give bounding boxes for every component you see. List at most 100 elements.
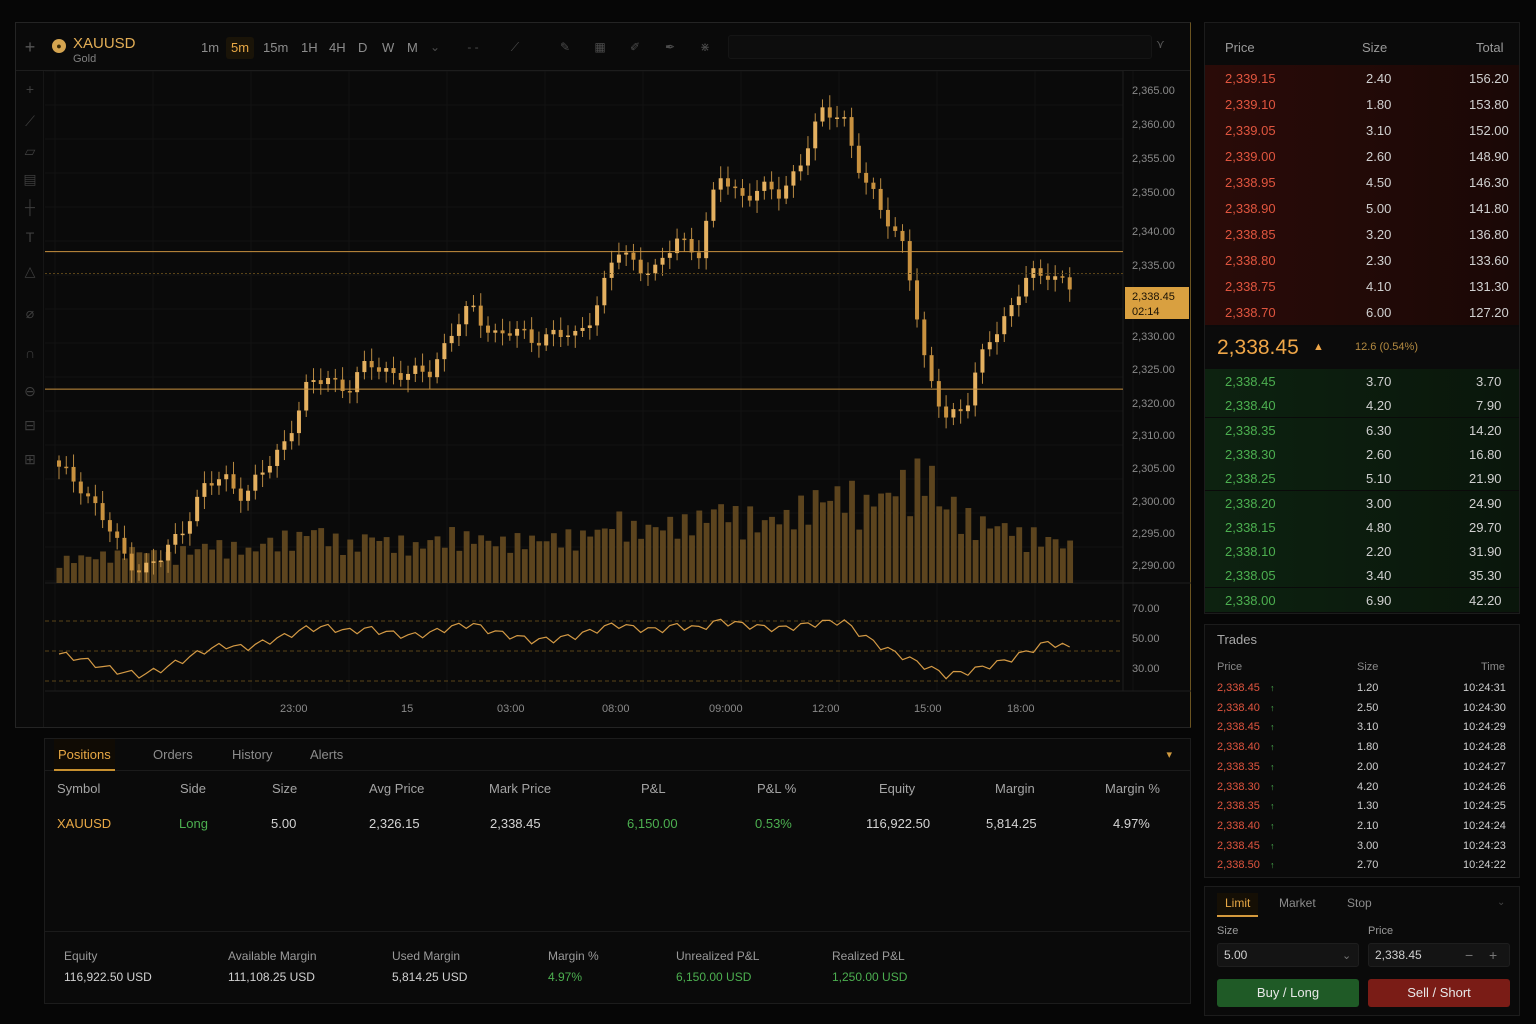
volume-bar <box>194 549 201 583</box>
price-chart[interactable]: 2,365.00 2,360.00 2,355.00 2,350.00 2,340.00… <box>45 71 1191 729</box>
bid-total: 3.70 <box>1476 374 1502 389</box>
chart-panel: + ● XAUUSD Gold 1m 5m 15m 1H 4H D W M ⌄ … <box>15 22 1191 728</box>
symbol-name[interactable]: XAUUSD <box>73 35 136 52</box>
lock-tool-icon[interactable]: ⊖ <box>20 381 40 401</box>
chevron-down-icon[interactable]: ⌄ <box>1342 945 1351 967</box>
bid-row[interactable]: 2,338.30 2.60 16.80 <box>1205 441 1519 466</box>
bid-row[interactable]: 2,338.05 3.40 35.30 <box>1205 563 1519 588</box>
magnet-tool-icon[interactable]: ∩ <box>20 343 40 363</box>
volume-bar <box>732 506 739 583</box>
candle <box>660 257 665 265</box>
size-value: 5.00 <box>1224 948 1248 962</box>
ask-row[interactable]: 2,339.15 2.40 156.20 <box>1205 65 1519 91</box>
ask-row[interactable]: 2,339.00 2.60 148.90 <box>1205 143 1519 169</box>
magnet-icon[interactable]: ⋇ <box>696 37 714 57</box>
volume-bar <box>85 556 92 583</box>
candle <box>551 329 556 335</box>
timeframe-m[interactable]: M <box>402 37 423 59</box>
position-avg-price: 2,326.15 <box>369 816 420 831</box>
shapes-tool-icon[interactable]: △ <box>20 261 40 281</box>
measure-tool-icon[interactable]: ┼ <box>20 197 40 217</box>
bid-row[interactable]: 2,338.35 6.30 14.20 <box>1205 417 1519 442</box>
timeframe-4h[interactable]: 4H <box>324 37 351 59</box>
ask-row[interactable]: 2,338.90 5.00 141.80 <box>1205 195 1519 221</box>
col-pnl: P&L <box>641 781 666 796</box>
volume-bar <box>863 494 870 583</box>
bid-row[interactable]: 2,338.00 6.90 42.20 <box>1205 587 1519 612</box>
tab-history[interactable]: History <box>228 739 276 771</box>
line-tool-icon[interactable]: ⟋ <box>20 111 40 131</box>
volume-bar <box>514 533 521 583</box>
tab-stop[interactable]: Stop <box>1339 893 1380 917</box>
price-value: 2,338.45 <box>1375 948 1422 962</box>
bid-row[interactable]: 2,338.40 4.20 7.90 <box>1205 393 1519 418</box>
position-pnl: 6,150.00 <box>627 816 678 831</box>
candle <box>260 472 265 475</box>
volume-bar <box>892 496 899 583</box>
ask-row[interactable]: 2,339.10 1.80 153.80 <box>1205 91 1519 117</box>
candle <box>406 373 411 380</box>
crosshair-icon[interactable]: + <box>20 37 40 57</box>
timeframe-1m[interactable]: 1m <box>196 37 224 59</box>
price-input[interactable]: 2,338.45 − + <box>1368 943 1510 967</box>
volume-bar <box>507 552 514 583</box>
candle <box>907 241 912 281</box>
ask-row[interactable]: 2,338.70 6.00 127.20 <box>1205 299 1519 325</box>
crosshair-tool-icon[interactable]: + <box>20 79 40 99</box>
ruler-tool-icon[interactable]: ⌀ <box>20 303 40 323</box>
tab-market[interactable]: Market <box>1271 893 1324 917</box>
tab-limit[interactable]: Limit <box>1217 893 1259 917</box>
eye-tool-icon[interactable]: ⊟ <box>20 415 40 435</box>
ask-row[interactable]: 2,338.80 2.30 133.60 <box>1205 247 1519 273</box>
timeframe-w[interactable]: W <box>377 37 399 59</box>
collapse-icon[interactable]: ▾ <box>1166 748 1172 761</box>
position-symbol[interactable]: XAUUSD <box>57 816 111 831</box>
brush-icon[interactable]: ✐ <box>626 37 644 57</box>
fib-tool-icon[interactable]: ▤ <box>20 169 40 189</box>
rsi-tick-label: 70.00 <box>1132 603 1160 615</box>
volume-bar <box>521 549 528 583</box>
minus-icon[interactable]: − <box>1465 944 1473 966</box>
pattern-icon[interactable]: ▦ <box>591 37 609 57</box>
arrow-up-icon: ↑ <box>1270 840 1275 851</box>
candle <box>122 537 127 554</box>
timeframe-d[interactable]: D <box>353 37 372 59</box>
bid-row[interactable]: 2,338.15 4.80 29.70 <box>1205 514 1519 539</box>
candle <box>798 165 803 172</box>
text-tool-icon[interactable]: T <box>20 227 40 247</box>
timeframe-5m[interactable]: 5m <box>226 37 255 59</box>
tab-positions[interactable]: Positions <box>54 739 115 771</box>
channel-tool-icon[interactable]: ▱ <box>20 141 40 161</box>
trade-row: 2,338.35 ↑ 2.00 10:24:27 <box>1205 758 1519 778</box>
chevron-down-icon[interactable]: ⌄ <box>426 37 444 57</box>
filter-icon[interactable]: ⋎ <box>1156 37 1165 51</box>
ask-row[interactable]: 2,338.75 4.10 131.30 <box>1205 273 1519 299</box>
candle <box>536 342 541 346</box>
plus-icon[interactable]: + <box>1489 944 1497 966</box>
bid-row[interactable]: 2,338.20 3.00 24.90 <box>1205 490 1519 515</box>
trash-tool-icon[interactable]: ⊞ <box>20 449 40 469</box>
pen-icon[interactable]: ✒ <box>661 37 679 57</box>
toolbar-search-field[interactable] <box>728 35 1152 59</box>
trade-price: 2,338.45 <box>1217 839 1260 852</box>
chevron-down-icon[interactable]: ⌄ <box>1497 897 1505 908</box>
trend-line-icon[interactable]: ⟋ <box>506 37 524 57</box>
draw-icon[interactable]: ✎ <box>556 37 574 57</box>
bid-row[interactable]: 2,338.10 2.20 31.90 <box>1205 539 1519 564</box>
ask-row[interactable]: 2,339.05 3.10 152.00 <box>1205 117 1519 143</box>
timeframe-1h[interactable]: 1H <box>296 37 323 59</box>
bid-row[interactable]: 2,338.45 3.70 3.70 <box>1205 369 1519 393</box>
ask-row[interactable]: 2,338.85 3.20 136.80 <box>1205 221 1519 247</box>
timeframe-15m[interactable]: 15m <box>258 37 293 59</box>
bid-row[interactable]: 2,338.25 5.10 21.90 <box>1205 466 1519 491</box>
tab-alerts[interactable]: Alerts <box>306 739 347 771</box>
buy-long-button[interactable]: Buy / Long <box>1217 979 1359 1007</box>
volume-bar <box>412 542 419 583</box>
line-style-icon[interactable]: - - <box>464 37 482 57</box>
time-tick-label: 03:00 <box>497 703 525 715</box>
ask-row[interactable]: 2,338.95 4.50 146.30 <box>1205 169 1519 195</box>
sell-short-button[interactable]: Sell / Short <box>1368 979 1510 1007</box>
size-input[interactable]: 5.00 ⌄ <box>1217 943 1359 967</box>
volume-bar <box>1030 527 1037 583</box>
tab-orders[interactable]: Orders <box>149 739 197 771</box>
